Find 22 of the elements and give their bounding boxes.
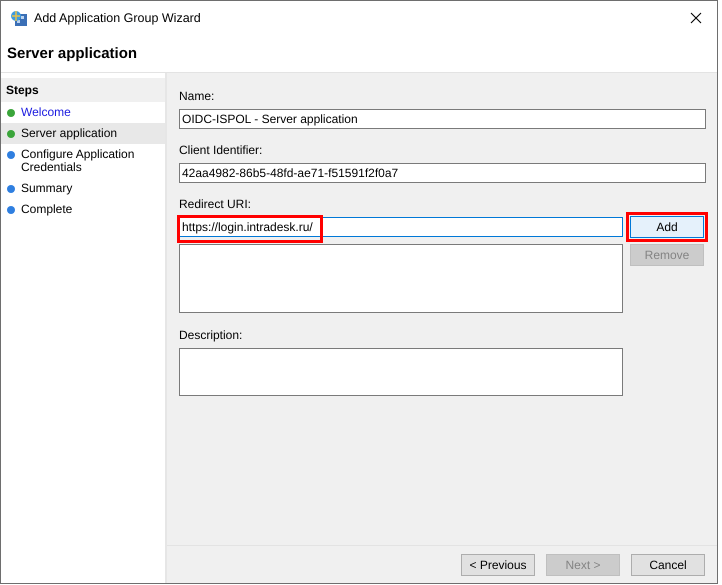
- field-label: Description:: [179, 327, 244, 344]
- page-title: Server application: [7, 44, 138, 64]
- step-item[interactable]: Summary: [1, 178, 165, 199]
- uri-list[interactable]: [179, 244, 623, 313]
- previous-button[interactable]: < Previous: [461, 554, 535, 576]
- wizard-icon: [10, 10, 28, 27]
- name-field[interactable]: OIDC-ISPOL - Server application: [179, 109, 706, 129]
- uri-field[interactable]: https://login.intradesk.ru/: [179, 217, 623, 237]
- step-item[interactable]: Welcome: [1, 102, 165, 123]
- client-id-field[interactable]: 42aa4982-86b5-48fd-ae71-f51591f2f0a7: [179, 163, 706, 183]
- field-label: Redirect URI:: [179, 196, 252, 213]
- window-title: Add Application Group Wizard: [34, 10, 201, 28]
- field-label: Client Identifier:: [179, 142, 264, 159]
- close-icon: [690, 12, 702, 24]
- cancel-button[interactable]: Cancel: [631, 554, 705, 576]
- step-item[interactable]: Complete: [1, 199, 165, 220]
- description-field[interactable]: [179, 348, 623, 396]
- add-button[interactable]: Add: [630, 216, 704, 238]
- field-label: Name:: [179, 88, 216, 105]
- step-item[interactable]: Configure Application Credentials: [1, 144, 165, 178]
- steps-heading: Steps: [1, 78, 165, 102]
- step-item[interactable]: Server application: [1, 123, 165, 144]
